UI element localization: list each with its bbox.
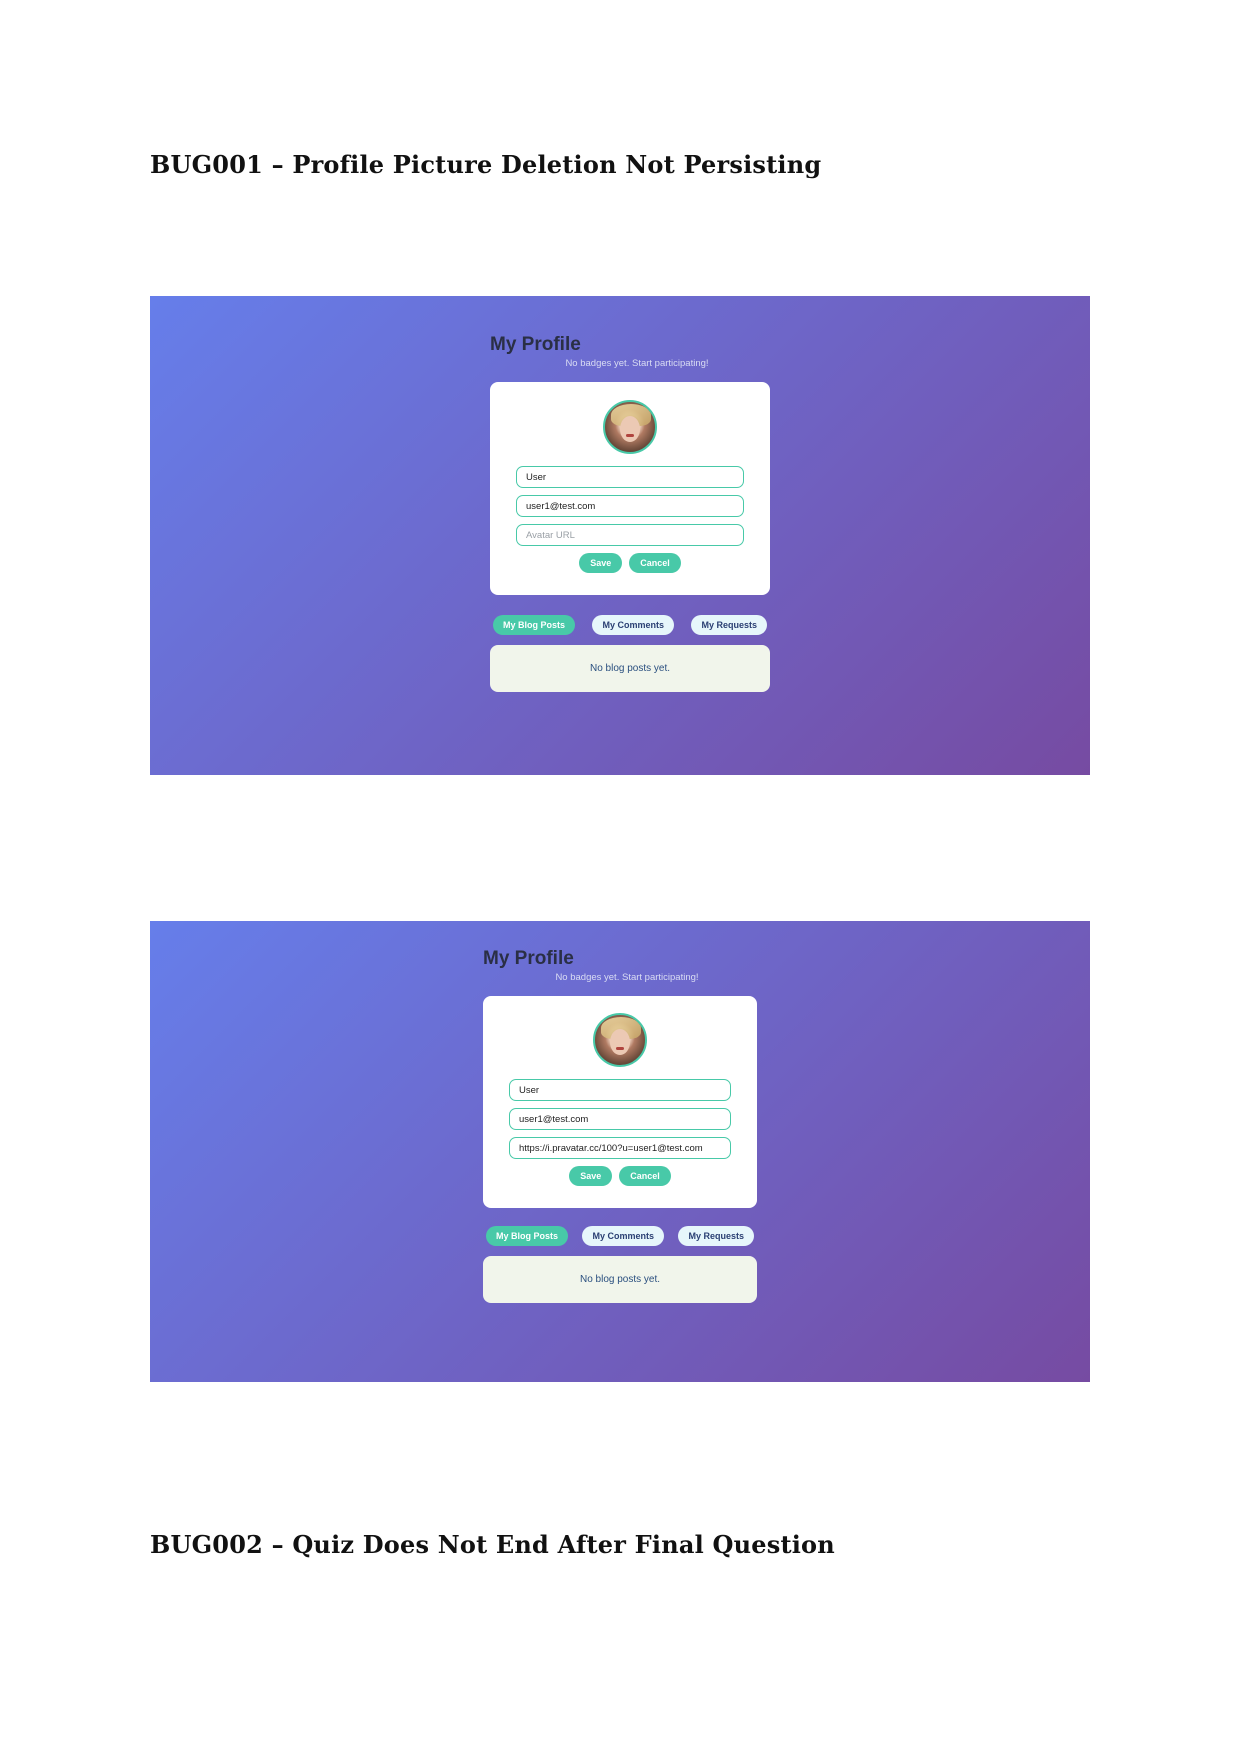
avatar-lips-shape bbox=[626, 434, 634, 437]
avatar-face-shape bbox=[610, 1029, 630, 1055]
avatar-lips-shape bbox=[616, 1047, 624, 1050]
avatar-image bbox=[593, 1013, 647, 1067]
bug002-heading: BUG002 – Quiz Does Not End After Final Q… bbox=[150, 1530, 835, 1559]
tab-my-comments[interactable]: My Comments bbox=[592, 615, 674, 635]
profile-card: User user1@test.com https://i.pravatar.c… bbox=[483, 996, 757, 1208]
profile-card: User user1@test.com Avatar URL Save Canc… bbox=[490, 382, 770, 595]
profile-tabs: My Blog Posts My Comments My Requests bbox=[483, 1226, 757, 1246]
email-field[interactable]: user1@test.com bbox=[509, 1108, 731, 1130]
empty-posts-text: No blog posts yet. bbox=[579, 1274, 661, 1285]
avatar-face-shape bbox=[620, 416, 640, 442]
page-title: My Profile bbox=[483, 948, 574, 969]
tab-my-requests[interactable]: My Requests bbox=[691, 615, 767, 635]
name-field[interactable]: User bbox=[516, 466, 744, 488]
badges-status-text: No badges yet. Start participating! bbox=[555, 972, 699, 983]
avatar-url-field[interactable]: Avatar URL bbox=[516, 524, 744, 546]
empty-posts-text: No blog posts yet. bbox=[589, 663, 671, 674]
badges-status-text: No badges yet. Start participating! bbox=[565, 358, 709, 369]
bug001-heading: BUG001 – Profile Picture Deletion Not Pe… bbox=[150, 150, 822, 179]
name-field[interactable]: User bbox=[509, 1079, 731, 1101]
tab-my-requests[interactable]: My Requests bbox=[678, 1226, 754, 1246]
avatar-url-field[interactable]: https://i.pravatar.cc/100?u=user1@test.c… bbox=[509, 1137, 731, 1159]
tab-my-comments[interactable]: My Comments bbox=[582, 1226, 664, 1246]
form-actions: Save Cancel bbox=[509, 1166, 731, 1186]
tab-my-blog-posts[interactable]: My Blog Posts bbox=[486, 1226, 569, 1246]
save-button[interactable]: Save bbox=[569, 1166, 613, 1186]
screenshot-profile-before: My Profile No badges yet. Start particip… bbox=[150, 296, 1090, 775]
avatar-image bbox=[603, 400, 657, 454]
form-actions: Save Cancel bbox=[516, 553, 744, 573]
page-title: My Profile bbox=[490, 334, 581, 355]
blog-posts-panel: No blog posts yet. bbox=[483, 1256, 757, 1303]
save-button[interactable]: Save bbox=[579, 553, 623, 573]
email-field[interactable]: user1@test.com bbox=[516, 495, 744, 517]
profile-tabs: My Blog Posts My Comments My Requests bbox=[490, 615, 770, 635]
tab-my-blog-posts[interactable]: My Blog Posts bbox=[493, 615, 576, 635]
blog-posts-panel: No blog posts yet. bbox=[490, 645, 770, 692]
profile-page: My Profile No badges yet. Start particip… bbox=[490, 334, 770, 692]
screenshot-profile-after: My Profile No badges yet. Start particip… bbox=[150, 921, 1090, 1382]
cancel-button[interactable]: Cancel bbox=[619, 1166, 671, 1186]
profile-page: My Profile No badges yet. Start particip… bbox=[483, 948, 757, 1303]
cancel-button[interactable]: Cancel bbox=[629, 553, 681, 573]
